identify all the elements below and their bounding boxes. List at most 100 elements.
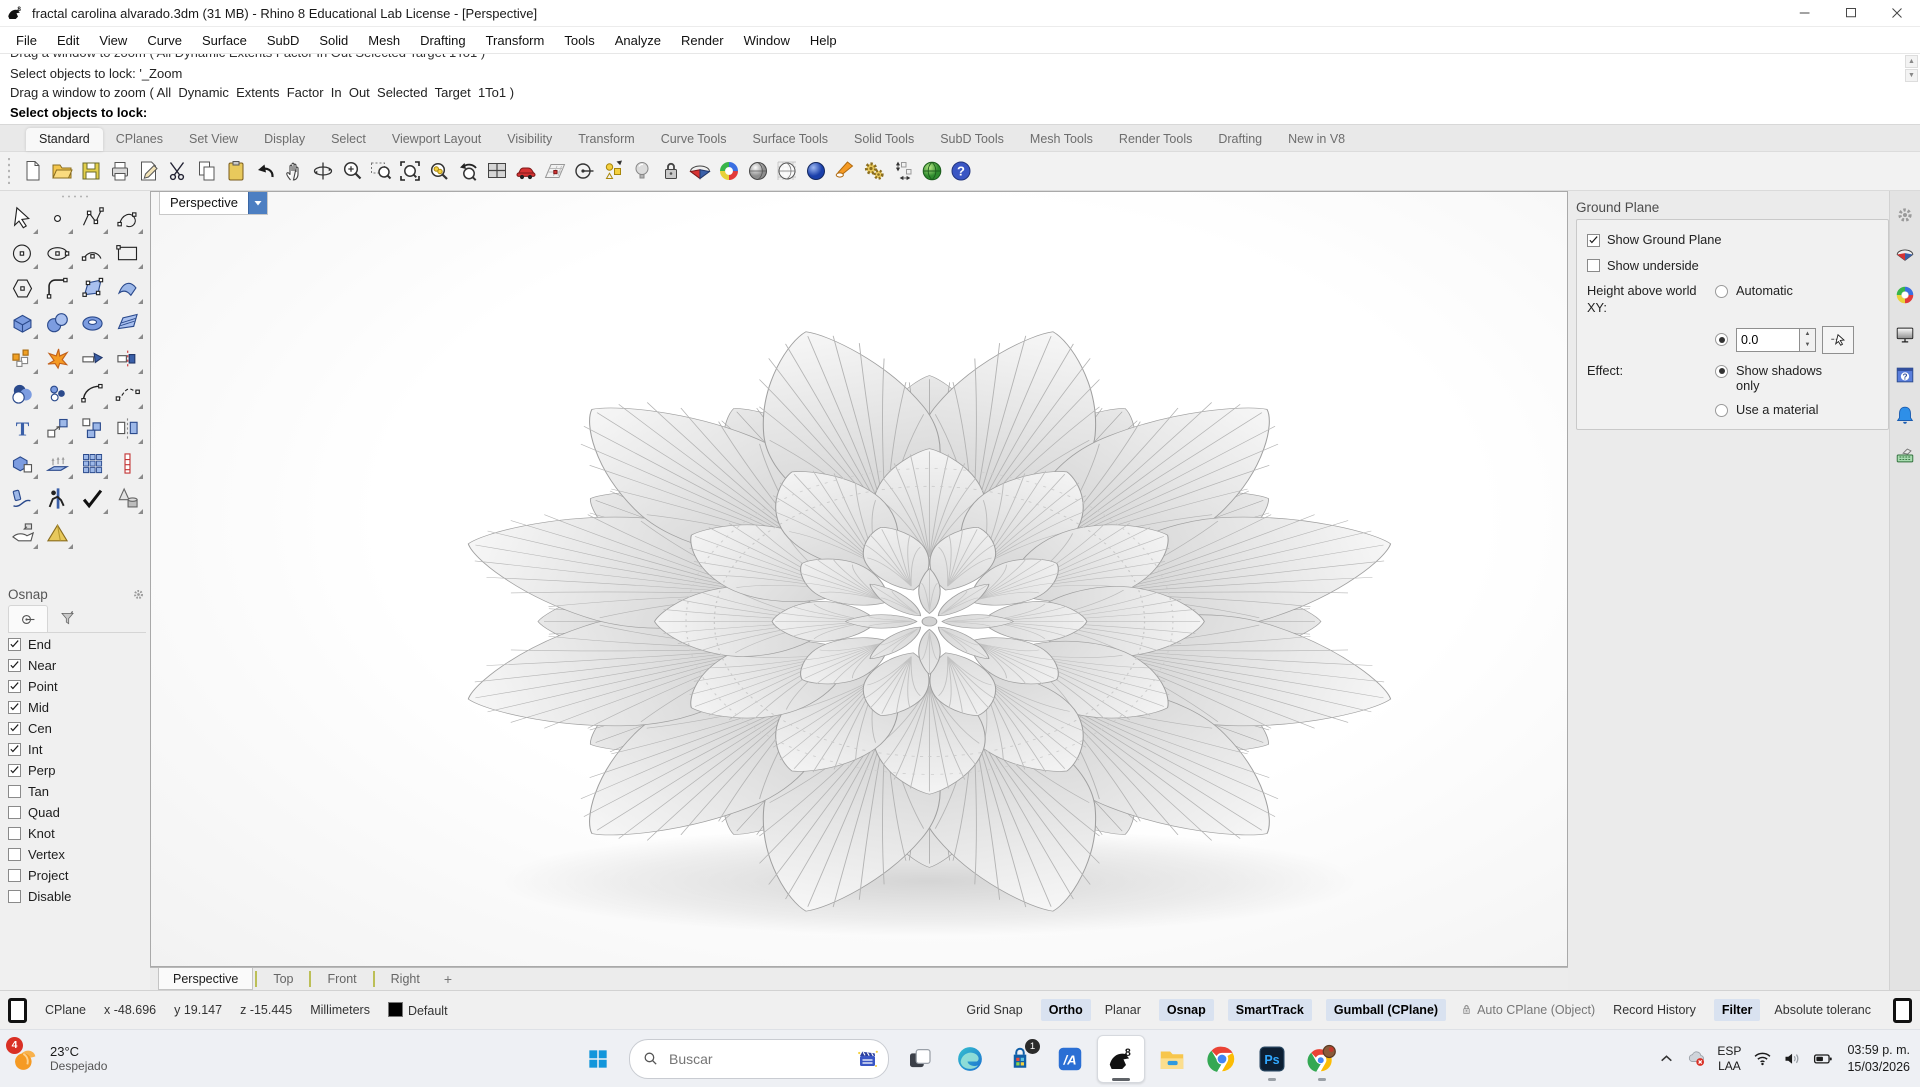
options-gears-button[interactable] [859,156,888,186]
menu-item-edit[interactable]: Edit [47,30,89,51]
move-object-button[interactable] [40,411,75,446]
status-filter[interactable]: Filter [1714,999,1761,1021]
osnap-row-int[interactable]: Int [8,739,146,759]
close-button[interactable] [1874,0,1920,26]
render-pie-panel-button[interactable] [1892,235,1918,275]
toolbar-tab-set-view[interactable]: Set View [176,128,251,151]
cut-button[interactable] [163,156,192,186]
task-view-taskbar-button[interactable] [897,1036,943,1082]
toolbar-grip[interactable] [6,158,12,184]
command-options-line[interactable]: Drag a window to zoom ( All Dynamic Exte… [0,83,1920,102]
osnap-row-project[interactable]: Project [8,865,146,885]
show-underside-checkbox[interactable] [1587,259,1600,272]
show-ground-plane-row[interactable]: Show Ground Plane [1587,232,1878,249]
pick-height-button[interactable] [1822,326,1854,354]
extrude-surface-button[interactable] [40,446,75,481]
undo-view-change-button[interactable] [453,156,482,186]
automatic-radio[interactable] [1715,285,1728,298]
scroll-up-icon[interactable]: ▲ [1905,55,1918,68]
mirror-object-button[interactable] [110,411,145,446]
polygon-center-button[interactable] [5,271,40,306]
osnap-row-end[interactable]: End [8,634,146,654]
minimize-button[interactable] [1782,0,1828,26]
notifications-bell-panel-button[interactable] [1892,395,1918,435]
height-manual-row[interactable]: ▲▼ [1715,326,1878,354]
menu-item-subd[interactable]: SubD [257,30,310,51]
toolbar-tab-transform[interactable]: Transform [565,128,648,151]
trim-object-button[interactable] [75,341,110,376]
height-spinner[interactable]: ▲▼ [1800,328,1816,352]
zoom-window-button[interactable] [366,156,395,186]
split-object-button[interactable] [110,341,145,376]
fillet-corner-button[interactable] [40,271,75,306]
toolbar-tab-viewport-layout[interactable]: Viewport Layout [379,128,494,151]
osnap-end-checkbox[interactable] [8,638,21,651]
dimension-button[interactable] [888,156,917,186]
viewport-tab-front[interactable]: Front [313,968,370,990]
spotlight-button[interactable] [830,156,859,186]
stretch-figure-button[interactable] [40,481,75,516]
status-osnap[interactable]: Osnap [1159,999,1214,1021]
menu-item-window[interactable]: Window [734,30,800,51]
color-wheel-panel-button[interactable] [1892,275,1918,315]
viewport-tab-right[interactable]: Right [377,968,434,990]
menu-item-tools[interactable]: Tools [554,30,604,51]
rhino-taskbar-button[interactable]: 8 [1097,1035,1145,1083]
menu-item-drafting[interactable]: Drafting [410,30,476,51]
fractal-flower-model[interactable] [151,192,1567,966]
osnap-row-tan[interactable]: Tan [8,781,146,801]
ms-store-taskbar-button[interactable]: 1 [997,1036,1043,1082]
control-point-curve-button[interactable] [75,201,110,236]
osnap-mid-checkbox[interactable] [8,701,21,714]
status-millimeters[interactable]: Millimeters [310,1003,370,1017]
menu-item-analyze[interactable]: Analyze [605,30,671,51]
osnap-disable-checkbox[interactable] [8,890,21,903]
menu-item-view[interactable]: View [89,30,137,51]
start-button[interactable] [575,1036,621,1082]
toolbar-tab-visibility[interactable]: Visibility [494,128,565,151]
scale-1d-button[interactable] [110,446,145,481]
hidden-objects-bulb-button[interactable] [627,156,656,186]
chrome-taskbar-button[interactable] [1199,1036,1245,1082]
osnap-row-disable[interactable]: Disable [8,886,146,906]
help-window-panel-button[interactable]: ? [1892,355,1918,395]
toolbar-tab-cplanes[interactable]: CPlanes [103,128,176,151]
manual-height-radio[interactable] [1715,333,1728,346]
viewport-tab-perspective[interactable]: Perspective [158,968,253,990]
solid-union-button[interactable] [5,446,40,481]
height-value-input[interactable] [1736,328,1800,352]
status-gumball-cplane[interactable]: Gumball (CPlane) [1326,999,1446,1021]
volume-icon[interactable] [1777,1039,1807,1079]
rendered-sphere-button[interactable] [801,156,830,186]
toolbar-tab-new-in-v8[interactable]: New in V8 [1275,128,1358,151]
command-scrollbar[interactable]: ▲ ▼ [1905,55,1918,83]
fillet-curve-button[interactable] [75,376,110,411]
onedrive-error-icon[interactable] [1681,1039,1711,1079]
explode-puzzle-button[interactable] [5,341,40,376]
status-cplane[interactable]: CPlane [45,1003,86,1017]
osnap-cen-checkbox[interactable] [8,722,21,735]
menu-item-file[interactable]: File [6,30,47,51]
copy-button[interactable] [192,156,221,186]
osnap-snaps-tab[interactable] [8,605,48,632]
status-grid-snap[interactable]: Grid Snap [966,1003,1022,1017]
sphere-pair-button[interactable] [40,306,75,341]
display-monitor-panel-button[interactable] [1892,315,1918,355]
gift-hand-button[interactable] [5,516,40,551]
app-a-taskbar-button[interactable]: /A [1047,1036,1093,1082]
save-file-button[interactable] [76,156,105,186]
box-corner-button[interactable] [5,306,40,341]
osnap-filter-tab[interactable] [48,605,86,631]
help-button[interactable]: ? [946,156,975,186]
surface-from-points-button[interactable] [75,271,110,306]
settings-gear-panel-button[interactable] [1892,195,1918,235]
osnap-knot-checkbox[interactable] [8,827,21,840]
viewport-layout-button[interactable] [482,156,511,186]
toolbar-tab-display[interactable]: Display [251,128,318,151]
new-file-button[interactable] [18,156,47,186]
toolbar-tab-select[interactable]: Select [318,128,379,151]
show-underside-row[interactable]: Show underside [1587,258,1878,275]
text-object-button[interactable]: T [5,411,40,446]
viewport-title-tab[interactable]: Perspective [159,192,268,215]
curved-surface-button[interactable] [110,271,145,306]
